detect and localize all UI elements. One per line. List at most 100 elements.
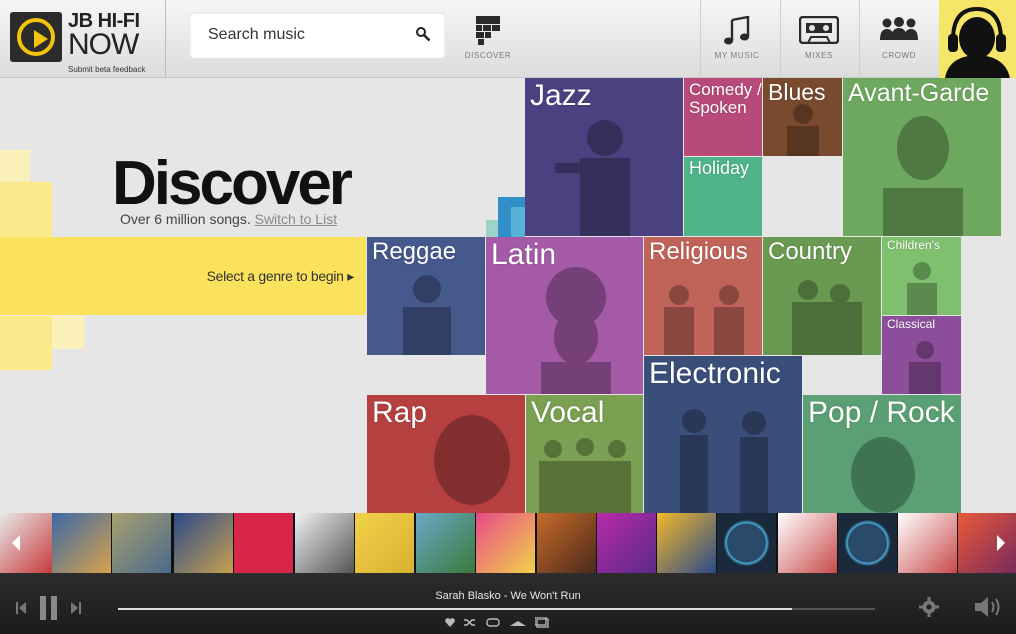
genre-tile-reggae[interactable]: Reggae	[367, 237, 485, 355]
brand-subtitle[interactable]: NOW	[68, 28, 139, 62]
genre-label: Country	[768, 238, 853, 265]
decor-block	[486, 220, 498, 237]
genre-label: Children's	[887, 238, 940, 252]
volume-icon[interactable]	[975, 595, 1003, 619]
genre-label: Classical	[887, 317, 936, 331]
nav-discover[interactable]: DISCOVER	[460, 0, 516, 78]
album-cover[interactable]	[898, 513, 957, 573]
music-note-icon	[724, 16, 750, 45]
album-cover[interactable]	[838, 513, 897, 573]
avatar[interactable]	[939, 0, 1016, 78]
genre-tile-childrens[interactable]: Children's	[882, 237, 961, 315]
nav-my-music-label: MY MUSIC	[714, 51, 760, 60]
genre-label: Blues	[768, 79, 826, 105]
logo-icon[interactable]	[10, 12, 62, 62]
genre-label: Jazz	[530, 79, 592, 112]
carousel-next-icon[interactable]	[997, 535, 1005, 551]
search-box[interactable]	[190, 12, 445, 58]
artist-photo	[907, 262, 937, 315]
shuffle-icon[interactable]	[464, 618, 476, 627]
next-icon[interactable]	[71, 602, 81, 614]
artist-photo	[792, 280, 862, 355]
artist-photo	[909, 341, 941, 394]
page-title: Discover	[112, 149, 353, 218]
album-cover[interactable]	[174, 513, 233, 573]
artist-photo	[541, 267, 611, 394]
decor-block	[0, 316, 52, 370]
search-input[interactable]	[208, 24, 403, 46]
nav-my-music[interactable]: MY MUSIC	[701, 0, 773, 78]
genre-tile-country[interactable]: Country	[763, 237, 881, 355]
previous-icon[interactable]	[16, 602, 26, 614]
divider	[165, 0, 166, 78]
crossfade-icon[interactable]	[510, 619, 526, 627]
album-cover[interactable]	[52, 513, 111, 573]
album-cover[interactable]	[537, 513, 596, 573]
decor-block	[0, 182, 52, 237]
decor-block	[0, 150, 30, 182]
genre-tile-rap[interactable]: Rap	[367, 395, 525, 513]
switch-to-list-link[interactable]: Switch to List	[255, 211, 337, 227]
album-cover[interactable]	[717, 513, 776, 573]
heart-icon[interactable]	[445, 618, 455, 627]
artist-photo	[403, 275, 451, 355]
genre-tile-holiday[interactable]: Holiday	[684, 157, 762, 236]
feedback-link[interactable]: Submit beta feedback	[68, 65, 145, 74]
now-playing-title: Sarah Blasko - We Won't Run	[435, 590, 581, 602]
album-carousel	[0, 513, 1016, 573]
genre-tile-jazz[interactable]: Jazz	[525, 78, 683, 236]
carousel-prev-icon[interactable]	[12, 535, 20, 551]
song-count: Over 6 million songs.	[120, 211, 251, 227]
select-genre-prompt: Select a genre to begin ▸	[206, 268, 355, 284]
genre-tile-classical[interactable]: Classical	[882, 316, 961, 394]
album-cover[interactable]	[778, 513, 837, 573]
select-genre-bar: Select a genre to begin ▸	[0, 237, 366, 315]
search-icon[interactable]	[415, 26, 431, 42]
album-cover[interactable]	[958, 513, 1016, 573]
album-cover[interactable]	[657, 513, 716, 573]
nav-crowd-label: CROWD	[881, 51, 917, 60]
progress-bar[interactable]	[118, 608, 875, 610]
genre-tile-religious[interactable]: Religious	[644, 237, 762, 355]
artist-photo	[555, 120, 630, 236]
decor-block	[52, 316, 84, 349]
progress-fill	[118, 608, 792, 610]
artist-photo	[664, 285, 744, 355]
genre-tile-latin[interactable]: Latin	[486, 237, 643, 394]
genre-tile-comedy-spoken[interactable]: Comedy / Spoken	[684, 78, 762, 156]
nav-crowd[interactable]: CROWD	[860, 0, 938, 78]
genre-tile-pop-rock[interactable]: Pop / Rock	[803, 395, 961, 513]
decor-block	[511, 207, 525, 237]
artist-photo	[851, 437, 915, 513]
top-bar: JB HI-FI NOW Submit beta feedback DISCOV…	[0, 0, 1016, 78]
nav-mixes[interactable]: MIXES	[781, 0, 857, 78]
genre-label: Pop / Rock	[808, 396, 955, 429]
artist-photo	[680, 409, 768, 513]
repeat-icon[interactable]	[486, 618, 500, 627]
genre-tile-avant-garde[interactable]: Avant-Garde	[843, 78, 1001, 236]
album-cover[interactable]	[476, 513, 535, 573]
cassette-icon	[799, 16, 839, 44]
genre-tile-electronic[interactable]: Electronic	[644, 356, 802, 513]
artist-photo	[883, 116, 963, 236]
artist-photo	[787, 104, 819, 156]
genre-label: Rap	[372, 396, 428, 429]
genre-label: Vocal	[531, 396, 605, 429]
album-cover[interactable]	[0, 513, 59, 573]
genre-label: Avant-Garde	[848, 79, 990, 107]
genre-tile-vocal[interactable]: Vocal	[526, 395, 643, 513]
page-subtitle: Over 6 million songs. Switch to List	[120, 211, 337, 227]
album-cover[interactable]	[597, 513, 656, 573]
queue-icon[interactable]	[535, 617, 549, 628]
artist-photo	[539, 438, 631, 513]
album-cover[interactable]	[355, 513, 414, 573]
player-bar: Sarah Blasko - We Won't Run	[0, 573, 1016, 634]
album-cover[interactable]	[295, 513, 354, 573]
genre-tile-blues[interactable]: Blues	[763, 78, 842, 156]
album-cover[interactable]	[416, 513, 475, 573]
genre-label: Latin	[491, 238, 557, 271]
album-cover[interactable]	[112, 513, 171, 573]
nav-discover-label: DISCOVER	[464, 51, 512, 60]
album-cover[interactable]	[234, 513, 293, 573]
gear-icon[interactable]	[919, 597, 939, 617]
